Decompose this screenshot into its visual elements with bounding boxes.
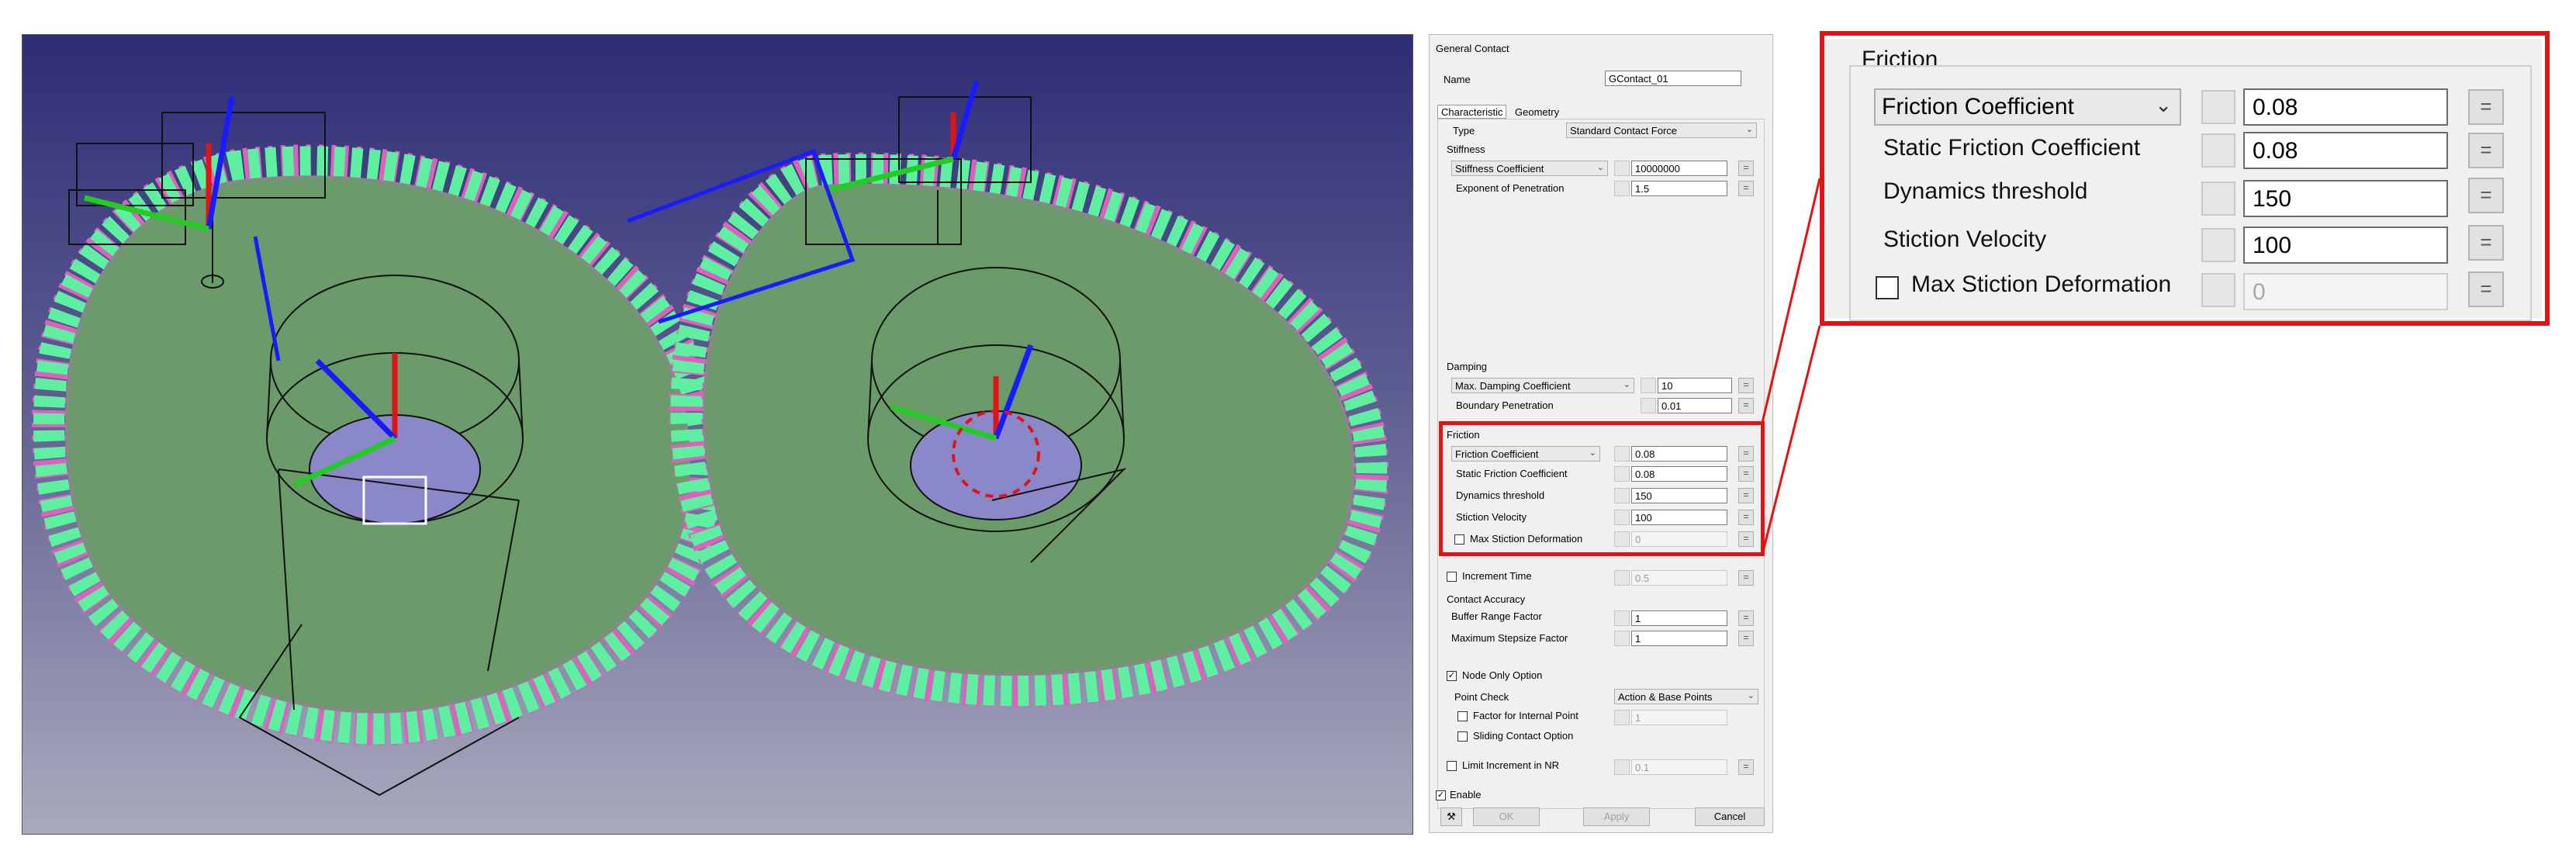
- node-only-checkbox[interactable]: ✓: [1447, 671, 1457, 681]
- increment-time-input[interactable]: 0.5: [1631, 570, 1727, 586]
- limit-increment-toggle[interactable]: [1614, 759, 1630, 775]
- node-only-label: Node Only Option: [1462, 669, 1543, 681]
- apply-button[interactable]: Apply: [1583, 807, 1650, 826]
- wrench-icon: ⚒: [1447, 811, 1456, 822]
- boundary-toggle[interactable]: [1641, 398, 1656, 413]
- chevron-down-icon: ⌄: [1747, 691, 1755, 700]
- increment-time-expr-button[interactable]: =: [1738, 570, 1754, 586]
- zoom-dynamics-threshold-toggle[interactable]: [2201, 182, 2235, 216]
- zoom-stiction-velocity-toggle[interactable]: [2201, 228, 2235, 262]
- ok-button[interactable]: OK: [1473, 807, 1540, 826]
- point-check-label: Point Check: [1454, 691, 1509, 703]
- accuracy-group-label: Contact Accuracy: [1447, 593, 1526, 605]
- limit-increment-expr-button[interactable]: =: [1738, 759, 1754, 775]
- tab-geometry[interactable]: Geometry: [1512, 105, 1562, 119]
- exponent-toggle[interactable]: [1614, 181, 1630, 196]
- increment-time-checkbox[interactable]: [1447, 572, 1457, 582]
- damping-coef-expr-button[interactable]: =: [1738, 378, 1754, 393]
- chevron-down-icon: ⌄: [1596, 163, 1604, 172]
- max-stepsize-expr-button[interactable]: =: [1738, 631, 1754, 646]
- boundary-label: Boundary Penetration: [1456, 399, 1554, 411]
- factor-internal-label: Factor for Internal Point: [1473, 710, 1578, 721]
- type-dropdown[interactable]: Standard Contact Force ⌄: [1566, 123, 1757, 138]
- zoom-max-stiction-input[interactable]: 0: [2243, 273, 2448, 310]
- buffer-expr-button[interactable]: =: [1738, 610, 1754, 626]
- zoom-max-stiction-toggle[interactable]: [2201, 273, 2235, 307]
- enable-label: Enable: [1450, 789, 1482, 800]
- zoom-friction-coef-dropdown[interactable]: Friction Coefficient ⌄: [1874, 88, 2181, 126]
- sliding-checkbox[interactable]: [1457, 731, 1468, 742]
- cancel-button[interactable]: Cancel: [1695, 807, 1765, 826]
- boundary-input[interactable]: 0.01: [1658, 398, 1732, 413]
- friction-zoom-panel: Friction Friction Coefficient ⌄ 0.08 = St…: [1820, 31, 2550, 326]
- name-label: Name: [1444, 74, 1471, 85]
- increment-time-label: Increment Time: [1462, 570, 1532, 582]
- tab-characteristic[interactable]: Characteristic: [1437, 105, 1507, 119]
- point-check-dropdown[interactable]: Action & Base Points ⌄: [1614, 689, 1758, 704]
- factor-internal-input[interactable]: 1: [1631, 710, 1727, 725]
- zoom-stiction-velocity-input[interactable]: 100: [2243, 226, 2448, 264]
- buffer-label: Buffer Range Factor: [1451, 610, 1542, 622]
- zoom-friction-coef-toggle[interactable]: [2201, 90, 2235, 124]
- zoom-friction-coef-input[interactable]: 0.08: [2243, 88, 2448, 126]
- damping-group-label: Damping: [1447, 361, 1488, 372]
- tool-icon-button[interactable]: ⚒: [1440, 807, 1462, 826]
- zoom-dynamics-threshold-input[interactable]: 150: [2243, 180, 2448, 217]
- buffer-input[interactable]: 1: [1631, 610, 1727, 626]
- zoom-dynamics-threshold-expr-button[interactable]: =: [2468, 178, 2504, 213]
- increment-time-toggle[interactable]: [1614, 570, 1630, 586]
- chevron-down-icon: ⌄: [2155, 93, 2172, 116]
- exponent-label: Exponent of Penetration: [1456, 182, 1565, 194]
- buffer-toggle[interactable]: [1614, 610, 1630, 626]
- 3d-viewport[interactable]: [22, 34, 1413, 835]
- limit-increment-checkbox[interactable]: [1447, 761, 1457, 771]
- zoom-max-stiction-expr-button[interactable]: =: [2468, 271, 2504, 307]
- max-stepsize-input[interactable]: 1: [1631, 631, 1727, 646]
- general-contact-dialog: General Contact Name GContact_01 Charact…: [1429, 34, 1773, 833]
- enable-checkbox[interactable]: ✓: [1436, 790, 1446, 800]
- stiffness-coef-input[interactable]: 10000000: [1631, 161, 1727, 176]
- stiffness-coef-expr-button[interactable]: =: [1738, 161, 1754, 176]
- friction-highlight-box: [1439, 421, 1765, 556]
- stiffness-coef-dropdown[interactable]: Stiffness Coefficient ⌄: [1451, 161, 1608, 176]
- exponent-expr-button[interactable]: =: [1738, 181, 1754, 196]
- zoom-static-friction-toggle[interactable]: [2201, 133, 2235, 168]
- boundary-expr-button[interactable]: =: [1738, 398, 1754, 413]
- limit-increment-input[interactable]: 0.1: [1631, 759, 1727, 775]
- zoom-static-friction-label: Static Friction Coefficient: [1883, 135, 2141, 161]
- cam-gear-scene: [32, 80, 1389, 797]
- exponent-input[interactable]: 1.5: [1631, 181, 1727, 196]
- name-input[interactable]: GContact_01: [1605, 71, 1741, 86]
- max-stepsize-label: Maximum Stepsize Factor: [1451, 632, 1568, 644]
- zoom-max-stiction-label: Max Stiction Deformation: [1911, 271, 2172, 297]
- zoom-static-friction-expr-button[interactable]: =: [2468, 133, 2504, 168]
- factor-internal-checkbox[interactable]: [1457, 711, 1468, 721]
- chevron-down-icon: ⌄: [1745, 125, 1753, 134]
- zoom-friction-coef-expr-button[interactable]: =: [2468, 89, 2504, 125]
- damping-coef-input[interactable]: 10: [1658, 378, 1732, 393]
- zoom-max-stiction-checkbox[interactable]: [1876, 276, 1899, 299]
- max-stepsize-toggle[interactable]: [1614, 631, 1630, 646]
- zoom-static-friction-input[interactable]: 0.08: [2243, 132, 2448, 169]
- damping-coef-dropdown[interactable]: Max. Damping Coefficient ⌄: [1451, 378, 1634, 393]
- factor-internal-toggle[interactable]: [1614, 710, 1630, 725]
- limit-increment-label: Limit Increment in NR: [1462, 759, 1559, 771]
- stiffness-group-label: Stiffness: [1447, 144, 1485, 155]
- damping-coef-toggle[interactable]: [1641, 378, 1656, 393]
- type-label: Type: [1453, 125, 1475, 137]
- zoom-dynamics-threshold-label: Dynamics threshold: [1883, 178, 2088, 204]
- chevron-down-icon: ⌄: [1623, 380, 1630, 389]
- sliding-label: Sliding Contact Option: [1473, 730, 1574, 742]
- dialog-title: General Contact: [1436, 43, 1509, 54]
- zoom-stiction-velocity-expr-button[interactable]: =: [2468, 225, 2504, 261]
- zoom-stiction-velocity-label: Stiction Velocity: [1883, 226, 2047, 252]
- stiffness-coef-toggle[interactable]: [1614, 161, 1630, 176]
